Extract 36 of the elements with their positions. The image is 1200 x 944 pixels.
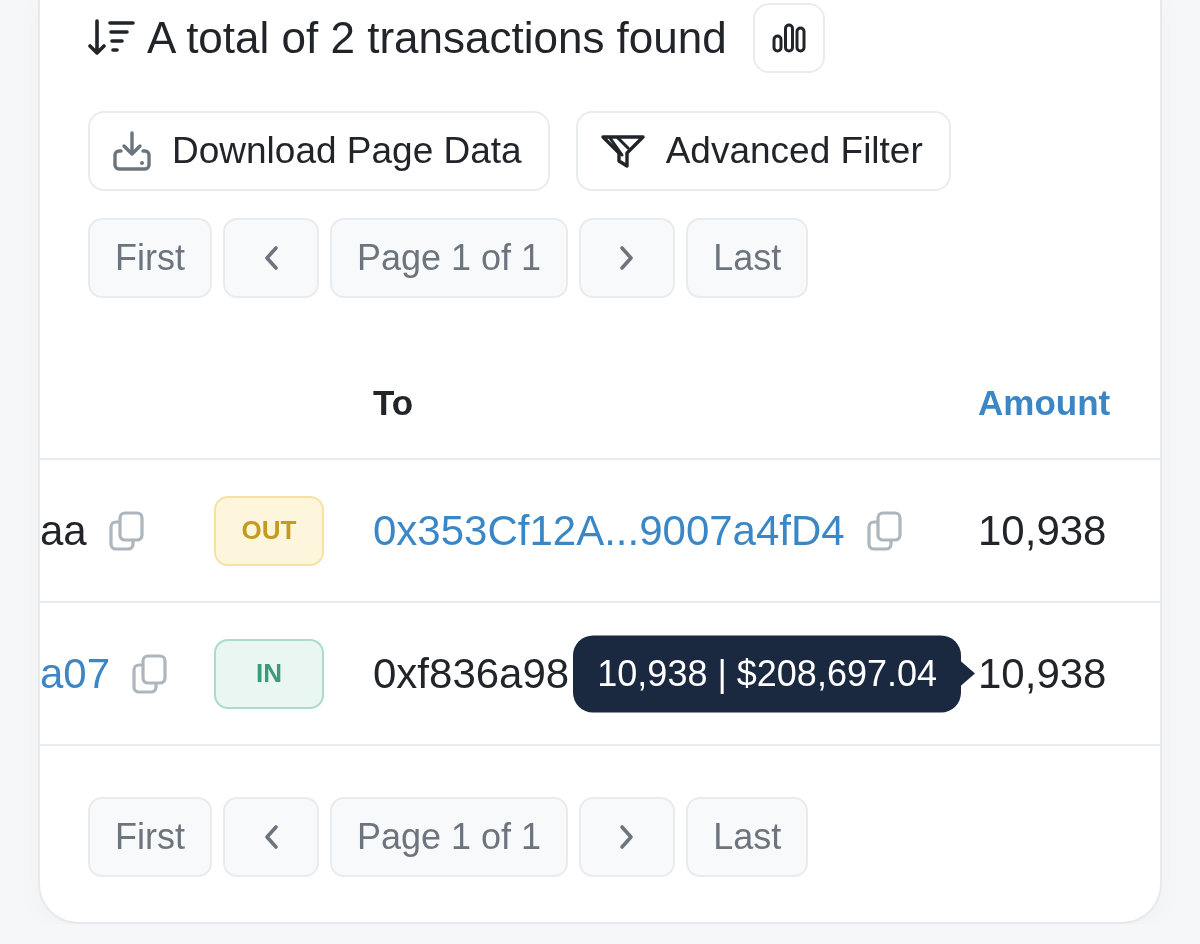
filter-button[interactable]: Advanced Filter: [575, 111, 951, 191]
bar-chart-icon: [771, 22, 806, 53]
amount-cell: 10,938: [978, 649, 1107, 698]
last-page-button[interactable]: Last: [686, 218, 809, 298]
column-header: To: [373, 383, 414, 423]
first-page-button[interactable]: First: [88, 797, 212, 877]
copy-icon[interactable]: [866, 510, 903, 551]
copy-icon[interactable]: [108, 510, 145, 551]
page-indicator: Page 1 of 1: [330, 218, 569, 298]
previous-page-button[interactable]: [223, 797, 319, 877]
summary-text: A total of 2 transactions found: [147, 12, 727, 63]
address-link[interactable]: a07: [40, 649, 111, 698]
copy-icon[interactable]: [132, 653, 169, 694]
page-indicator: Page 1 of 1: [330, 797, 569, 877]
last-page-button[interactable]: Last: [686, 797, 809, 877]
filter-icon: [599, 133, 646, 169]
direction-badge: IN: [214, 638, 324, 709]
address-link[interactable]: 0x353Cf12A...9007a4fD4: [373, 506, 845, 555]
chevron-left-icon: [263, 824, 279, 850]
amount-cell: 10,938: [978, 506, 1107, 555]
sort-descending-icon: [88, 17, 136, 58]
address-text: 0xf836a98: [373, 649, 570, 698]
chevron-right-icon: [619, 824, 636, 850]
tooltip: 10,938 | $208,697.04: [573, 635, 975, 712]
download-icon: [112, 131, 152, 171]
direction-badge: OUT: [214, 495, 324, 566]
chart-button[interactable]: [752, 2, 825, 73]
previous-page-button[interactable]: [223, 218, 319, 298]
chevron-left-icon: [263, 245, 279, 271]
first-page-button[interactable]: First: [88, 218, 212, 298]
next-page-button[interactable]: [579, 797, 676, 877]
download-button[interactable]: Download Page Data: [88, 111, 550, 191]
chevron-right-icon: [619, 245, 636, 271]
column-header[interactable]: Amount: [978, 383, 1111, 423]
next-page-button[interactable]: [579, 218, 676, 298]
address-text: aa: [40, 506, 87, 555]
